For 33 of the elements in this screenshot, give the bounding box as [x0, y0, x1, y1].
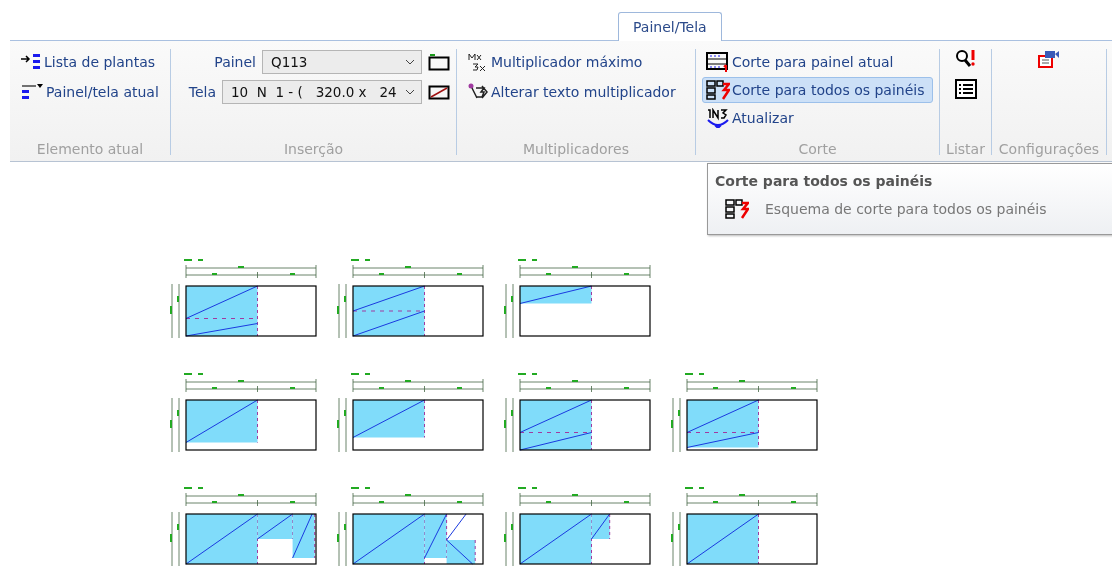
field-label: Tela — [188, 84, 216, 100]
dropdown-field[interactable]: Q113 — [262, 50, 422, 74]
search-icon[interactable] — [954, 49, 977, 69]
list-dropdown-icon — [20, 83, 44, 101]
group-label: Configurações — [997, 141, 1101, 159]
chevron-down-icon — [405, 89, 415, 95]
group-label: Elemento atual — [35, 141, 145, 159]
field-label: Painel — [214, 54, 256, 70]
ribbon-command[interactable]: Lista de plantas — [16, 49, 164, 75]
rectangle-icon[interactable] — [428, 53, 450, 71]
tooltip-description: Esquema de corte para todos os painéis — [765, 201, 1047, 217]
chevron-down-icon — [405, 59, 415, 65]
dropdown-field[interactable]: 10 N 1 - ( 320.0 x 24 — [222, 80, 422, 104]
rectangle-diagonal-icon[interactable] — [428, 83, 450, 101]
group-label: Corte — [797, 141, 838, 159]
settings-icon[interactable] — [1037, 49, 1061, 69]
ribbon-command[interactable]: Corte para todos os painéis — [702, 77, 933, 103]
cut-all-icon — [706, 80, 730, 100]
ribbon-command[interactable]: Alterar texto multiplicador — [463, 79, 689, 105]
ribbon-command[interactable]: Atualizar — [702, 105, 933, 131]
group-label: Multiplicadores — [522, 141, 630, 159]
tooltip-title: Corte para todos os painéis — [715, 173, 934, 189]
arrow-list-icon — [20, 53, 42, 71]
refresh-numbers-icon — [706, 108, 730, 128]
cut-all-icon — [725, 199, 749, 219]
ribbon-command[interactable]: Painel/tela atual — [16, 79, 164, 105]
ribbon-command[interactable]: Multiplicador máximo — [463, 49, 689, 75]
list-icon[interactable] — [954, 79, 977, 99]
group-label: Listar — [945, 141, 986, 159]
cut-scheme-icon — [706, 52, 730, 72]
ribbon-tab[interactable]: Painel/Tela — [618, 12, 722, 41]
ribbon-command[interactable]: Corte para painel atual — [702, 49, 933, 75]
group-label: Inserção — [282, 141, 345, 159]
